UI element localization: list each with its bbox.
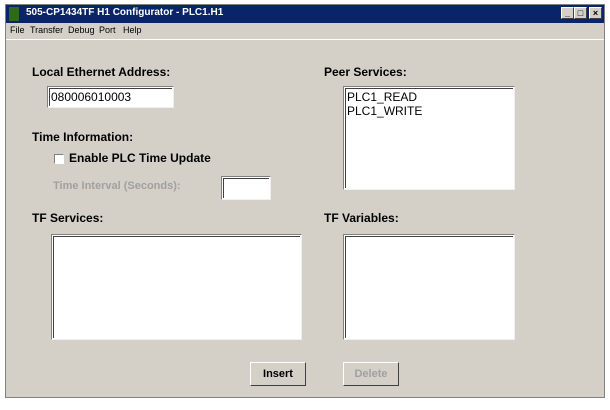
delete-button-label: Delete [354, 368, 388, 380]
peer-service-item[interactable]: PLC1_WRITE [347, 104, 422, 118]
menu-file[interactable]: File [10, 25, 25, 35]
window-title: 505-CP1434TF H1 Configurator - PLC1.H1 [26, 7, 224, 18]
time-interval-label: Time Interval (Seconds): [53, 180, 181, 192]
tf-services-label: TF Services: [32, 211, 104, 225]
tf-services-list[interactable] [51, 234, 302, 340]
delete-button: Delete [343, 362, 399, 386]
peer-services-label: Peer Services: [324, 65, 407, 79]
tf-variables-list[interactable] [343, 234, 515, 340]
menu-port[interactable]: Port [99, 25, 116, 35]
insert-button[interactable]: Insert [250, 362, 306, 386]
insert-button-label: Insert [263, 368, 293, 380]
local-ethernet-input[interactable]: 080006010003 [47, 86, 174, 108]
menu-help[interactable]: Help [123, 25, 142, 35]
menu-bar: File Transfer Debug Port Help [6, 23, 604, 40]
configurator-window: 505-CP1434TF H1 Configurator - PLC1.H1 _… [5, 4, 605, 398]
enable-time-update-checkbox[interactable] [54, 154, 64, 164]
close-button[interactable]: × [589, 7, 602, 19]
tf-variables-label: TF Variables: [324, 211, 399, 225]
enable-time-update-label[interactable]: Enable PLC Time Update [69, 151, 211, 165]
maximize-button[interactable]: □ [574, 7, 587, 19]
title-bar: 505-CP1434TF H1 Configurator - PLC1.H1 _… [6, 5, 604, 23]
app-icon [9, 7, 19, 21]
minimize-button[interactable]: _ [561, 7, 574, 19]
time-interval-input[interactable] [221, 176, 271, 200]
local-ethernet-value: 080006010003 [51, 90, 132, 104]
peer-services-list[interactable]: PLC1_READ PLC1_WRITE [343, 86, 515, 190]
main-panel: Local Ethernet Address: 080006010003 Pee… [6, 40, 604, 397]
menu-debug[interactable]: Debug [68, 25, 95, 35]
menu-transfer[interactable]: Transfer [30, 25, 63, 35]
local-ethernet-label: Local Ethernet Address: [32, 65, 171, 79]
time-information-label: Time Information: [32, 130, 134, 144]
peer-service-item[interactable]: PLC1_READ [347, 90, 417, 104]
